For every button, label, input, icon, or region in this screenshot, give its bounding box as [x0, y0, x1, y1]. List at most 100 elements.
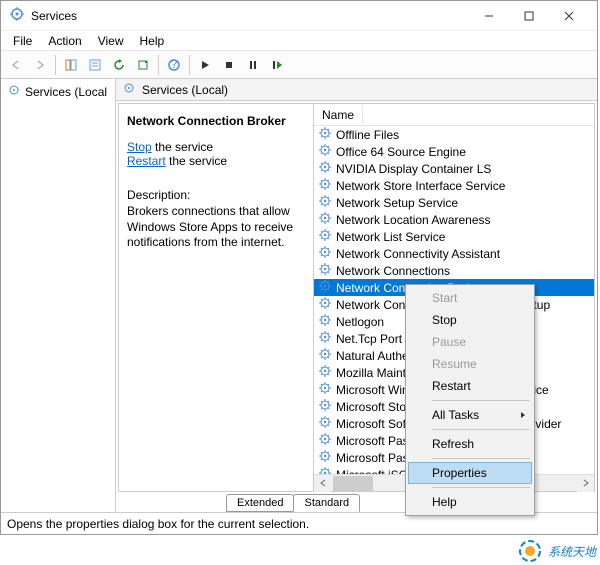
- context-menu: Start Stop Pause Resume Restart All Task…: [405, 284, 535, 516]
- service-name: Network Connections: [336, 264, 450, 278]
- gear-icon: [318, 160, 332, 177]
- restart-link[interactable]: Restart: [127, 154, 166, 168]
- service-row[interactable]: Network Connections: [314, 262, 594, 279]
- close-button[interactable]: [549, 2, 589, 30]
- stop-link[interactable]: Stop: [127, 140, 152, 154]
- gear-icon: [318, 330, 332, 347]
- gear-icon: [318, 432, 332, 449]
- restart-service-button[interactable]: [266, 54, 288, 76]
- gear-icon: [7, 83, 21, 100]
- gear-icon: [318, 279, 332, 296]
- gear-icon: [318, 313, 332, 330]
- cm-help[interactable]: Help: [408, 491, 532, 513]
- cm-restart[interactable]: Restart: [408, 375, 532, 397]
- services-icon: [9, 6, 25, 25]
- list-header[interactable]: Name: [314, 104, 594, 126]
- tab-extended[interactable]: Extended: [226, 494, 294, 512]
- service-row[interactable]: Offline Files: [314, 126, 594, 143]
- gear-icon: [318, 449, 332, 466]
- service-name: Network Location Awareness: [336, 213, 491, 227]
- pane-header: Services (Local): [116, 79, 597, 101]
- service-row[interactable]: Network List Service: [314, 228, 594, 245]
- pause-service-button[interactable]: [242, 54, 264, 76]
- gear-icon: [318, 381, 332, 398]
- menu-action[interactable]: Action: [40, 32, 89, 50]
- svg-text:?: ?: [171, 58, 178, 71]
- cm-properties[interactable]: Properties: [408, 462, 532, 484]
- service-name: Offline Files: [336, 128, 399, 142]
- gear-icon: [318, 177, 332, 194]
- service-name: NVIDIA Display Container LS: [336, 162, 491, 176]
- gear-icon: [318, 347, 332, 364]
- service-name: Netlogon: [336, 315, 384, 329]
- service-row[interactable]: Network Store Interface Service: [314, 177, 594, 194]
- service-name: Network Store Interface Service: [336, 179, 505, 193]
- tab-standard[interactable]: Standard: [293, 494, 360, 512]
- toolbar: ?: [1, 51, 597, 79]
- start-service-button[interactable]: [194, 54, 216, 76]
- stop-service-button[interactable]: [218, 54, 240, 76]
- service-row[interactable]: Network Connectivity Assistant: [314, 245, 594, 262]
- gear-icon: [318, 126, 332, 143]
- gear-icon: [318, 194, 332, 211]
- menu-view[interactable]: View: [90, 32, 132, 50]
- service-name: Network Connectivity Assistant: [336, 247, 500, 261]
- gear-icon: [318, 228, 332, 245]
- watermark-text: 系统天地: [548, 543, 596, 560]
- cm-refresh[interactable]: Refresh: [408, 433, 532, 455]
- refresh-button[interactable]: [108, 54, 130, 76]
- gear-icon: [318, 466, 332, 474]
- cm-stop[interactable]: Stop: [408, 309, 532, 331]
- gear-icon: [318, 415, 332, 432]
- scroll-right-button[interactable]: [577, 475, 594, 492]
- service-row[interactable]: Network Location Awareness: [314, 211, 594, 228]
- status-text: Opens the properties dialog box for the …: [7, 517, 309, 531]
- gear-icon: [318, 211, 332, 228]
- description-text: Brokers connections that allow Windows S…: [127, 204, 305, 251]
- gear-icon: [318, 364, 332, 381]
- menu-file[interactable]: File: [5, 32, 40, 50]
- description-label: Description:: [127, 188, 305, 202]
- gear-icon: [318, 143, 332, 160]
- service-name: Network List Service: [336, 230, 445, 244]
- titlebar: Services: [1, 1, 597, 31]
- service-name: Network Setup Service: [336, 196, 458, 210]
- gear-icon: [318, 398, 332, 415]
- properties-toolbar-button[interactable]: [84, 54, 106, 76]
- cm-all-tasks[interactable]: All Tasks: [408, 404, 532, 426]
- selected-service-title: Network Connection Broker: [127, 114, 305, 128]
- scroll-thumb[interactable]: [333, 476, 373, 491]
- column-name[interactable]: Name: [314, 106, 363, 124]
- service-name: Office 64 Source Engine: [336, 145, 466, 159]
- pane-header-text: Services (Local): [142, 83, 228, 97]
- stop-line: Stop the service: [127, 140, 305, 154]
- restart-line: Restart the service: [127, 154, 305, 168]
- gear-icon: [318, 296, 332, 313]
- gear-icon: [318, 262, 332, 279]
- service-row[interactable]: Office 64 Source Engine: [314, 143, 594, 160]
- minimize-button[interactable]: [469, 2, 509, 30]
- menu-help[interactable]: Help: [132, 32, 173, 50]
- show-hide-tree-button[interactable]: [60, 54, 82, 76]
- gear-icon: [318, 245, 332, 262]
- gear-icon: [122, 81, 136, 98]
- scroll-left-button[interactable]: [314, 475, 331, 492]
- service-row[interactable]: Network Setup Service: [314, 194, 594, 211]
- cm-pause[interactable]: Pause: [408, 331, 532, 353]
- cm-resume[interactable]: Resume: [408, 353, 532, 375]
- detail-panel: Network Connection Broker Stop the servi…: [119, 104, 314, 491]
- chevron-right-icon: [520, 408, 526, 422]
- tree-root-label: Services (Local: [25, 85, 107, 99]
- tree-pane[interactable]: Services (Local: [1, 79, 116, 512]
- cm-start[interactable]: Start: [408, 287, 532, 309]
- watermark: 系统天地: [516, 537, 596, 565]
- tree-root[interactable]: Services (Local: [3, 81, 113, 102]
- maximize-button[interactable]: [509, 2, 549, 30]
- help-button[interactable]: ?: [163, 54, 185, 76]
- service-row[interactable]: NVIDIA Display Container LS: [314, 160, 594, 177]
- forward-button[interactable]: [29, 54, 51, 76]
- back-button[interactable]: [5, 54, 27, 76]
- window-title: Services: [31, 9, 469, 23]
- menubar: File Action View Help: [1, 31, 597, 51]
- export-button[interactable]: [132, 54, 154, 76]
